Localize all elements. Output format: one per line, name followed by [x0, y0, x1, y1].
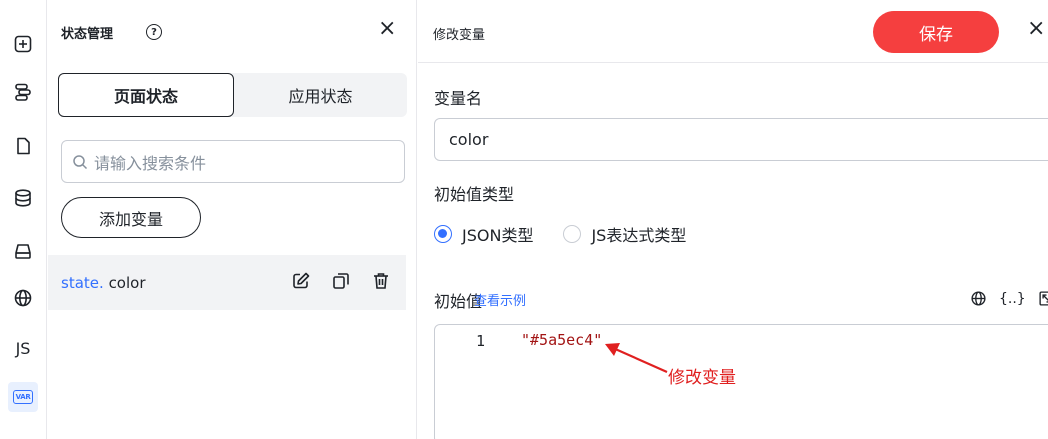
edit-variable-panel: 修改变量 保存 × 变量名 color 初始值类型 JSON类型 JS表达式类型… [418, 0, 1048, 439]
search-icon [73, 154, 88, 169]
add-variable-button[interactable]: 添加变量 [61, 197, 201, 238]
globe-icon[interactable] [8, 283, 38, 313]
panel-title: 状态管理 [61, 27, 114, 42]
edit-panel-header: 修改变量 保存 × [418, 0, 1048, 63]
variable-prefix: state. [61, 274, 104, 292]
state-scope-tabs: 页面状态 应用状态 [58, 73, 407, 117]
row-actions [291, 271, 391, 291]
annotation-arrow-icon [605, 343, 668, 374]
search-input[interactable]: 请输入搜索条件 [61, 140, 405, 183]
close-icon[interactable]: × [1027, 18, 1045, 40]
tab-app-state[interactable]: 应用状态 [234, 73, 407, 117]
radio-checked-icon [434, 225, 452, 243]
save-button[interactable]: 保存 [873, 11, 999, 53]
edit-panel-title: 修改变量 [433, 28, 486, 43]
expand-icon[interactable] [1038, 290, 1048, 307]
radio-unchecked-icon [563, 225, 582, 243]
line-number: 1 [476, 332, 486, 350]
variable-name: state. color [61, 274, 146, 292]
radio-js-expression-type[interactable]: JS表达式类型 [563, 222, 686, 246]
icon-rail: JS VAR [0, 0, 47, 439]
initial-type-label: 初始值类型 [434, 185, 515, 204]
component-icon[interactable] [8, 236, 38, 266]
variable-key: color [108, 274, 146, 292]
editor-toolbar: {..} [970, 290, 1048, 307]
radio-json-type[interactable]: JSON类型 [434, 222, 533, 246]
add-page-icon[interactable] [8, 29, 38, 59]
code-line[interactable]: "#5a5ec4" [521, 331, 602, 349]
delete-icon[interactable] [371, 271, 391, 291]
variable-name-label: 变量名 [434, 89, 483, 108]
variable-icon[interactable]: VAR [8, 382, 38, 412]
view-example-link[interactable]: 查看示例 [474, 290, 526, 309]
page-icon[interactable] [8, 131, 38, 161]
annotation-text: 修改变量 [668, 368, 736, 388]
outline-icon[interactable] [8, 77, 38, 107]
state-panel: 状态管理 ? × 页面状态 应用状态 请输入搜索条件 添加变量 state. c… [48, 0, 417, 439]
initial-value-editor[interactable]: 1 "#5a5ec4" [434, 324, 1048, 439]
format-braces-icon[interactable]: {..} [999, 291, 1026, 307]
globe-icon[interactable] [970, 290, 987, 307]
help-icon[interactable]: ? [146, 24, 162, 40]
edit-icon[interactable] [291, 271, 311, 291]
search-placeholder: 请输入搜索条件 [94, 153, 207, 173]
database-icon[interactable] [8, 183, 38, 213]
variable-list-item[interactable]: state. color [48, 255, 406, 310]
tab-page-state[interactable]: 页面状态 [58, 73, 234, 117]
close-icon[interactable]: × [378, 18, 396, 40]
initial-type-radio-group: JSON类型 JS表达式类型 [434, 222, 716, 246]
js-icon[interactable]: JS [8, 333, 38, 363]
radio-js-label: JS表达式类型 [591, 226, 687, 245]
var-badge: VAR [13, 390, 33, 404]
copy-icon[interactable] [331, 271, 351, 291]
variable-name-field[interactable]: color [434, 118, 1048, 161]
radio-json-label: JSON类型 [462, 226, 534, 245]
